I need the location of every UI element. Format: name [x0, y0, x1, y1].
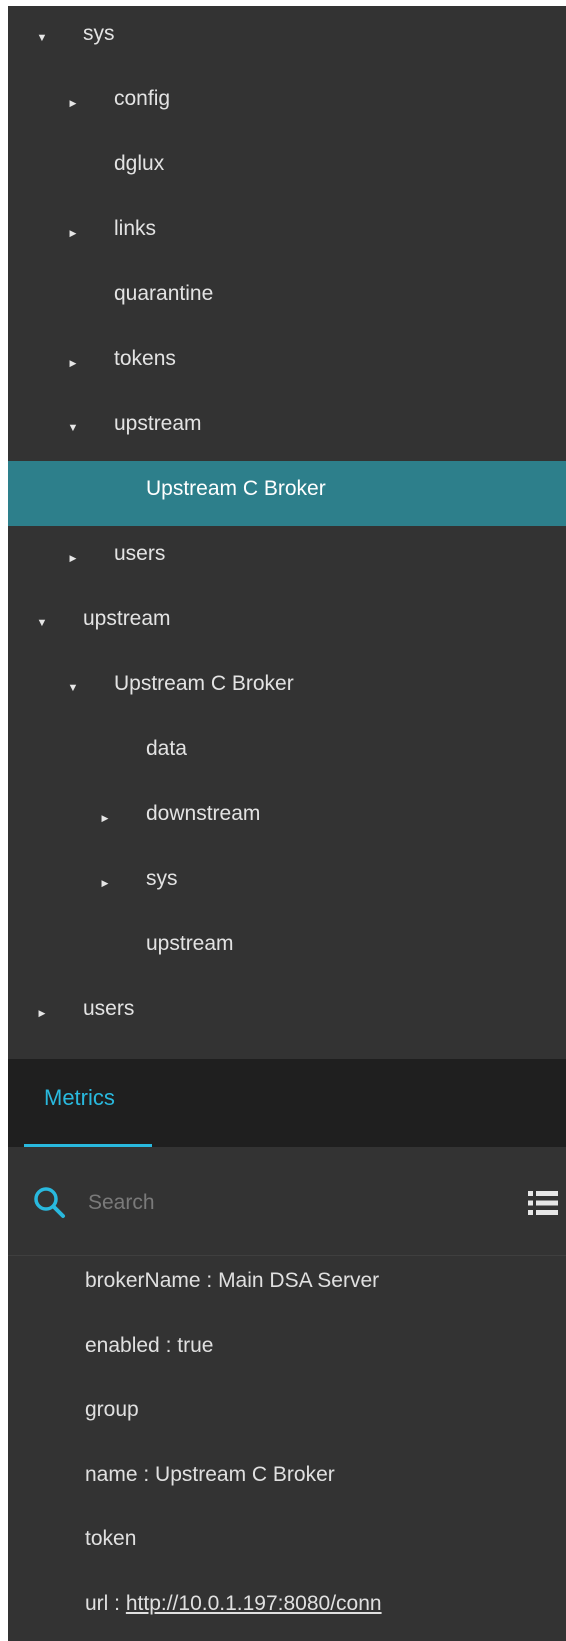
metric-text: token — [85, 1506, 136, 1571]
caret-right-icon[interactable]: ▶ — [32, 981, 52, 1046]
metric-text: group — [85, 1377, 139, 1442]
tree-node-label: config — [114, 87, 171, 110]
search-icon[interactable] — [32, 1185, 66, 1219]
tree-node[interactable]: ▼ upstream — [8, 591, 566, 656]
caret-right-icon[interactable]: ▶ — [95, 851, 115, 916]
metric-value: Main DSA Server — [218, 1269, 380, 1292]
metric-key: group — [85, 1398, 139, 1421]
caret-right-icon[interactable]: ▶ — [95, 786, 115, 851]
tree-node[interactable]: ▼ sys — [8, 6, 566, 71]
caret-right-icon[interactable]: ▶ — [63, 526, 83, 591]
tree-node-label: upstream — [146, 932, 234, 955]
tree-node[interactable]: ▶ downstream — [8, 786, 566, 851]
metric-link[interactable]: http://10.0.1.197:8080/conn — [126, 1592, 382, 1615]
metric-row[interactable]: url : http://10.0.1.197:8080/conn — [8, 1571, 566, 1636]
caret-down-icon[interactable]: ▼ — [32, 6, 52, 71]
metric-key: brokerName — [85, 1269, 201, 1292]
metric-key: enabled — [85, 1333, 160, 1357]
metric-row[interactable]: name : Upstream C Broker — [8, 1442, 566, 1507]
tree-node[interactable]: ▶ links — [8, 201, 566, 266]
metric-value: Upstream C Broker — [155, 1462, 335, 1486]
tree-node-label: Upstream C Broker — [146, 477, 326, 500]
tree-node-label: sys — [146, 867, 178, 890]
metric-text: brokerName : Main DSA Server — [85, 1248, 379, 1313]
caret-right-icon[interactable]: ▶ — [63, 71, 83, 136]
tab-metrics[interactable]: Metrics — [24, 1059, 160, 1147]
caret-down-icon[interactable]: ▼ — [63, 656, 83, 721]
metric-text: enabled : true — [85, 1313, 213, 1378]
tree-node[interactable]: ▶ config — [8, 71, 566, 136]
tree-node[interactable]: ▼ Upstream C Broker — [8, 656, 566, 721]
tree-node[interactable]: Upstream C Broker — [8, 461, 566, 526]
tree-node-label: Upstream C Broker — [114, 672, 294, 695]
metric-separator: : — [137, 1462, 156, 1486]
metric-row[interactable]: brokerName : Main DSA Server — [8, 1248, 566, 1313]
list-icon[interactable] — [528, 1189, 558, 1217]
metric-row[interactable]: group — [8, 1377, 566, 1442]
metric-value: true — [177, 1333, 214, 1357]
tree-node-label: users — [114, 542, 166, 565]
node-tree: ▼ sys ▶ config dglux ▶ links quarantine ▶ tokens ▼… — [8, 6, 566, 1059]
tree-node-label: upstream — [83, 607, 171, 630]
metric-row[interactable]: enabled : true — [8, 1313, 566, 1378]
metric-text: url : http://10.0.1.197:8080/conn — [85, 1571, 382, 1636]
caret-down-icon[interactable]: ▼ — [32, 591, 52, 656]
tree-node[interactable]: ▶ users — [8, 526, 566, 591]
tree-node[interactable]: ▼ upstream — [8, 396, 566, 461]
caret-down-icon[interactable]: ▼ — [63, 396, 83, 461]
metric-separator: : — [159, 1333, 178, 1357]
tree-node-label: sys — [83, 22, 115, 45]
tree-node-label: tokens — [114, 347, 176, 370]
tree-node-label: quarantine — [114, 282, 214, 305]
metric-key: token — [85, 1527, 137, 1550]
metrics-panel: brokerName : Main DSA Serverenabled : tr… — [8, 1147, 566, 1641]
metric-key: name — [85, 1462, 138, 1486]
tab-metrics-label: Metrics — [44, 1085, 115, 1110]
tree-node[interactable]: dglux — [8, 136, 566, 201]
search-input[interactable] — [86, 1183, 470, 1223]
tree-node-label: users — [83, 997, 135, 1020]
tree-node[interactable]: ▶ tokens — [8, 331, 566, 396]
tree-node[interactable]: ▶ users — [8, 981, 566, 1046]
app-panel: ▼ sys ▶ config dglux ▶ links quarantine ▶ tokens ▼… — [8, 6, 566, 1641]
tree-node[interactable]: upstream — [8, 916, 566, 981]
caret-right-icon[interactable]: ▶ — [63, 201, 83, 266]
metric-text: name : Upstream C Broker — [85, 1442, 335, 1507]
search-bar — [8, 1147, 566, 1256]
caret-right-icon[interactable]: ▶ — [63, 331, 83, 396]
metric-separator: : — [200, 1269, 219, 1292]
metric-separator: : — [108, 1591, 126, 1615]
tree-node[interactable]: data — [8, 721, 566, 786]
tree-node-label: data — [146, 737, 187, 760]
metric-row[interactable]: token — [8, 1506, 566, 1571]
tree-node-label: downstream — [146, 802, 261, 825]
tree-node-label: upstream — [114, 412, 202, 435]
tree-node[interactable]: quarantine — [8, 266, 566, 331]
tree-node-label: links — [114, 217, 157, 240]
tree-node[interactable]: ▶ sys — [8, 851, 566, 916]
tab-bar: Metrics — [8, 1059, 566, 1147]
tree-node-label: dglux — [114, 152, 165, 175]
metric-key: url — [85, 1591, 109, 1615]
